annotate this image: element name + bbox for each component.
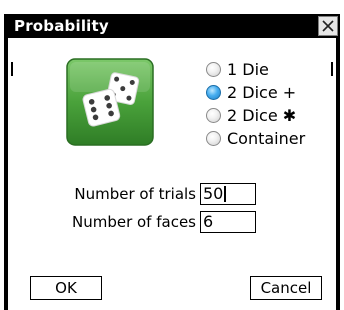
- radio-2-dice-sum[interactable]: [206, 85, 221, 100]
- trials-row: Number of trials 50: [64, 180, 256, 208]
- close-icon: [322, 20, 334, 32]
- faces-row: Number of faces 6: [64, 208, 256, 236]
- right-tick: [331, 62, 333, 76]
- radio-1-die[interactable]: [206, 62, 221, 77]
- parameter-fields: Number of trials 50 Number of faces 6: [64, 180, 256, 236]
- cancel-label: Cancel: [260, 279, 312, 297]
- close-button[interactable]: [318, 16, 338, 36]
- trials-value: 50: [203, 184, 224, 203]
- option-2-dice-product[interactable]: 2 Dice ✱: [206, 104, 305, 127]
- trials-input[interactable]: 50: [200, 183, 256, 205]
- probability-dialog: Probability 1 Die 2 Dice + 2 Dice ✱ Cont…: [0, 0, 344, 310]
- trials-label: Number of trials: [74, 185, 196, 203]
- dialog-left-border: [4, 36, 8, 310]
- mode-options: 1 Die 2 Dice + 2 Dice ✱ Container: [206, 58, 305, 150]
- radio-container[interactable]: [206, 131, 221, 146]
- dialog-title: Probability: [14, 17, 109, 35]
- faces-value: 6: [203, 212, 214, 231]
- cancel-button[interactable]: Cancel: [250, 276, 322, 300]
- option-1-die[interactable]: 1 Die: [206, 58, 305, 81]
- left-tick: [11, 62, 13, 76]
- option-label: 2 Dice +: [227, 83, 297, 102]
- faces-label: Number of faces: [71, 213, 196, 231]
- option-container[interactable]: Container: [206, 127, 305, 150]
- option-label: 2 Dice ✱: [227, 106, 297, 125]
- dialog-right-border: [336, 36, 340, 310]
- option-2-dice-sum[interactable]: 2 Dice +: [206, 81, 305, 104]
- faces-input[interactable]: 6: [200, 211, 256, 233]
- text-cursor: [224, 186, 227, 202]
- ok-button[interactable]: OK: [30, 276, 102, 300]
- ok-label: OK: [55, 279, 77, 297]
- title-bar: Probability: [4, 14, 340, 38]
- option-label: Container: [227, 129, 306, 148]
- option-label: 1 Die: [227, 60, 269, 79]
- dice-icon: [66, 58, 154, 146]
- radio-2-dice-product[interactable]: [206, 108, 221, 123]
